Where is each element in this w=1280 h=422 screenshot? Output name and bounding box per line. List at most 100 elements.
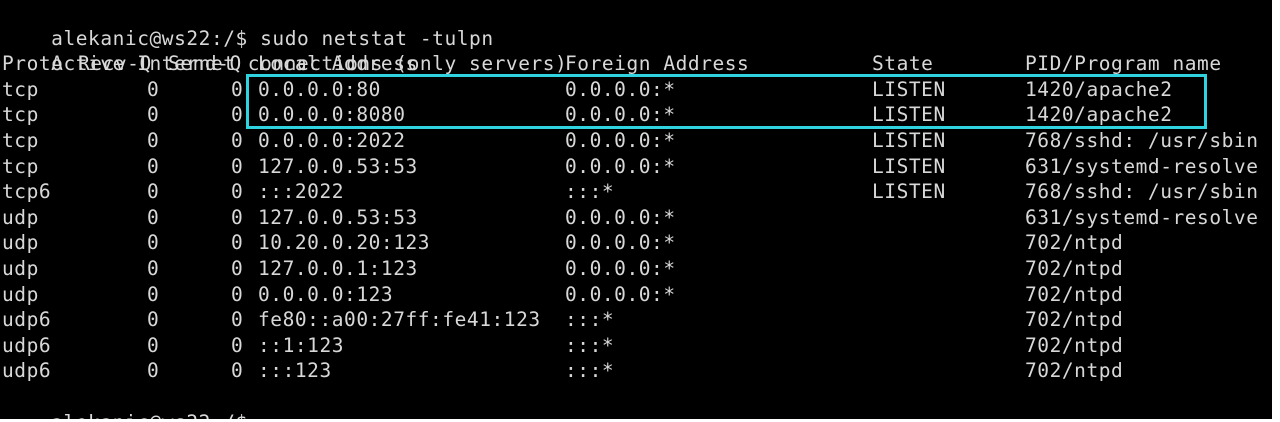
row-local-address: :::123	[258, 359, 332, 383]
row-proto: udp	[2, 282, 39, 306]
row-recv-q: 0	[147, 231, 160, 255]
row-proto: tcp6	[2, 180, 52, 204]
row-send-q: 0	[231, 333, 244, 357]
row-state: LISTEN	[872, 180, 946, 204]
row-local-address: 0.0.0.0:123	[258, 282, 394, 306]
row-pid-program: 768/sshd: /usr/sbin	[1025, 129, 1259, 152]
row-send-q: 0	[231, 308, 244, 332]
header-proto: Proto	[2, 52, 64, 76]
header-local-address: Local Address	[258, 52, 418, 76]
row-local-address: 127.0.0.53:53	[258, 154, 418, 178]
table-row: udp 0 0 127.0.0.53:53 0.0.0.0:* 631/systemd-r…	[2, 205, 1272, 231]
row-recv-q: 0	[147, 359, 160, 383]
row-pid-program: 702/ntpd	[1025, 231, 1124, 255]
table-row: tcp 0 0 127.0.0.53:53 0.0.0.0:* LISTEN 631/sys…	[2, 154, 1272, 180]
table-header: Proto Recv-Q Send-Q Local Address Foreig…	[2, 51, 1272, 77]
row-recv-q: 0	[147, 129, 160, 152]
row-local-address: 0.0.0.0:80	[258, 77, 381, 101]
row-proto: tcp	[2, 103, 39, 127]
table-row: udp6 0 0 fe80::a00:27ff:fe41:123:::* 702/ntp…	[2, 307, 1272, 333]
table-row: udp 0 0 10.20.0.20:123 0.0.0.0:* 702/ntpd	[2, 230, 1272, 256]
row-local-address: 127.0.0.53:53	[258, 205, 418, 229]
row-recv-q: 0	[147, 154, 160, 178]
row-send-q: 0	[231, 129, 244, 152]
table-row: udp 0 0 127.0.0.1:123 0.0.0.0:* 702/ntpd	[2, 256, 1272, 282]
row-pid-program: 702/ntpd	[1025, 257, 1124, 280]
row-state: LISTEN	[872, 103, 946, 127]
row-proto: tcp	[2, 154, 39, 178]
table-row: udp 0 0 0.0.0.0:123 0.0.0.0:* 702/ntpd	[2, 282, 1272, 308]
table-row: tcp 0 0 0.0.0.0:80 0.0.0.0:* LISTEN 1420/apach…	[2, 77, 1272, 103]
row-local-address: 127.0.0.1:123	[258, 257, 418, 280]
row-foreign-address: 0.0.0.0:*	[565, 154, 676, 178]
row-send-q: 0	[231, 180, 244, 204]
row-recv-q: 0	[147, 308, 160, 332]
terminal-window[interactable]: alekanic@ws22:/$ sudo netstat -tulpn Act…	[0, 0, 1272, 419]
row-local-address: 0.0.0.0:2022	[258, 129, 406, 152]
row-pid-program: 702/ntpd	[1025, 308, 1124, 332]
row-proto: udp	[2, 205, 39, 229]
row-proto: tcp	[2, 129, 39, 152]
row-foreign-address: 0.0.0.0:*	[565, 231, 676, 255]
row-send-q: 0	[231, 205, 244, 229]
row-foreign-address: 0.0.0.0:*	[565, 282, 676, 306]
row-foreign-address: :::*	[565, 180, 615, 204]
row-proto: udp	[2, 257, 39, 280]
row-recv-q: 0	[147, 205, 160, 229]
row-local-address: ::1:123	[258, 333, 345, 357]
row-pid-program: 1420/apache2	[1025, 103, 1173, 127]
row-send-q: 0	[231, 231, 244, 255]
row-foreign-address: 0.0.0.0:*	[565, 129, 676, 152]
row-pid-program: 702/ntpd	[1025, 333, 1124, 357]
row-local-address: fe80::a00:27ff:fe41:123	[258, 308, 541, 332]
row-proto: udp	[2, 231, 39, 255]
header-state: State	[872, 52, 934, 76]
row-recv-q: 0	[147, 77, 160, 101]
header-pid-program: PID/Program name	[1025, 52, 1222, 76]
row-proto: tcp	[2, 77, 39, 101]
row-pid-program: 631/systemd-resolve	[1025, 154, 1259, 178]
row-local-address: :::2022	[258, 180, 345, 204]
row-proto: udp6	[2, 333, 52, 357]
row-local-address: 10.20.0.20:123	[258, 231, 431, 255]
row-proto: udp6	[2, 359, 52, 383]
row-send-q: 0	[231, 282, 244, 306]
row-recv-q: 0	[147, 257, 160, 280]
row-recv-q: 0	[147, 103, 160, 127]
table-row: udp6 0 0:::123:::* 702/ntpd	[2, 358, 1272, 384]
row-recv-q: 0	[147, 333, 160, 357]
table-row: tcp6 0 0:::2022:::* LISTEN 768/sshd: /usr/sb…	[2, 179, 1272, 205]
row-foreign-address: :::*	[565, 333, 615, 357]
row-pid-program: 631/systemd-resolve	[1025, 205, 1259, 229]
table-row: udp6 0 0::1:123:::* 702/ntpd	[2, 333, 1272, 359]
row-recv-q: 0	[147, 282, 160, 306]
row-recv-q: 0	[147, 180, 160, 204]
row-local-address: 0.0.0.0:8080	[258, 103, 406, 127]
row-state: LISTEN	[872, 129, 946, 152]
row-pid-program: 768/sshd: /usr/sbin	[1025, 180, 1259, 204]
row-pid-program: 1420/apache2	[1025, 77, 1173, 101]
row-foreign-address: 0.0.0.0:*	[565, 77, 676, 101]
row-foreign-address: :::*	[565, 359, 615, 383]
command-line: alekanic@ws22:/$ sudo netstat -tulpn	[2, 0, 494, 50]
row-send-q: 0	[231, 257, 244, 280]
final-prompt: alekanic@ws22:/$	[2, 384, 248, 419]
row-pid-program: 702/ntpd	[1025, 282, 1124, 306]
row-foreign-address: 0.0.0.0:*	[565, 103, 676, 127]
output-title: Active Internet connections (only server…	[51, 52, 568, 76]
row-send-q: 0	[231, 359, 244, 383]
table-row: tcp 0 0 0.0.0.0:8080 0.0.0.0:* LISTEN 1420/apa…	[2, 102, 1272, 128]
row-send-q: 0	[231, 77, 244, 101]
header-send-q: Send-Q	[168, 52, 242, 76]
row-foreign-address: 0.0.0.0:*	[565, 205, 676, 229]
row-foreign-address: 0.0.0.0:*	[565, 257, 676, 280]
row-pid-program: 702/ntpd	[1025, 359, 1124, 383]
header-recv-q: Recv-Q	[78, 52, 152, 76]
row-state: LISTEN	[872, 154, 946, 178]
row-send-q: 0	[231, 103, 244, 127]
row-foreign-address: :::*	[565, 308, 615, 332]
row-proto: udp6	[2, 308, 52, 332]
table-row: tcp 0 0 0.0.0.0:2022 0.0.0.0:* LISTEN 768/sshd…	[2, 128, 1272, 154]
row-state: LISTEN	[872, 77, 946, 101]
row-send-q: 0	[231, 154, 244, 178]
